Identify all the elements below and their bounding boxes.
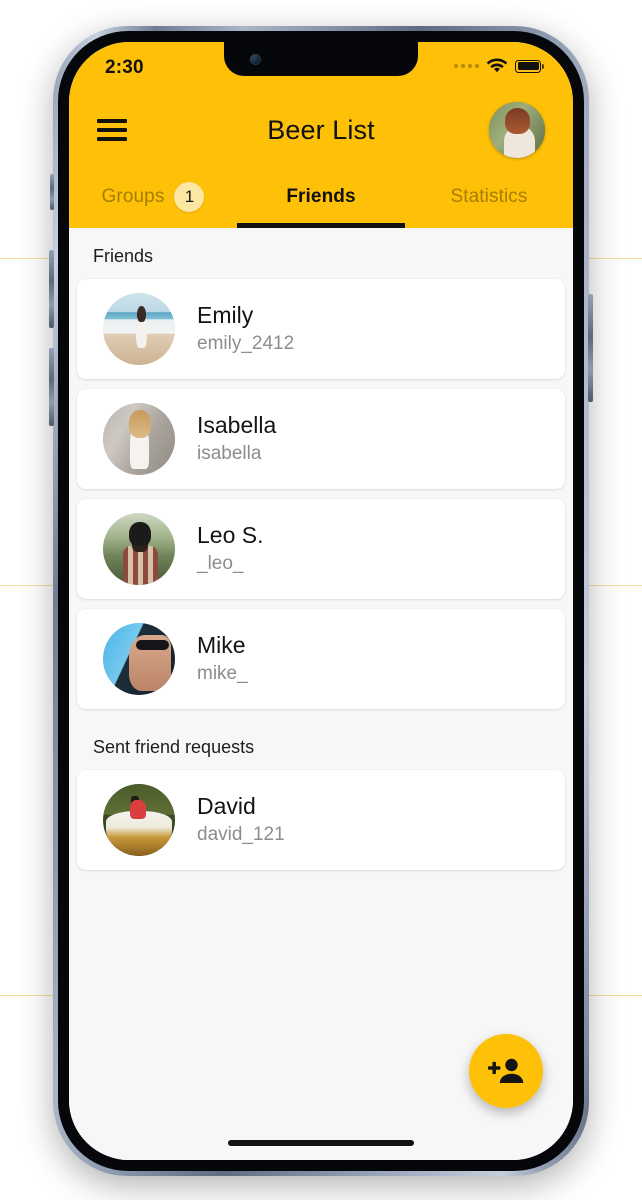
avatar [103, 403, 175, 475]
silent-switch-button[interactable] [50, 174, 54, 210]
phone-bezel: 2:30 Beer List Groups 1 Friends Statisti… [58, 31, 584, 1171]
avatar-image [103, 293, 175, 365]
friend-name: Emily [197, 302, 254, 329]
person-add-icon [488, 1058, 524, 1083]
tab-groups-badge: 1 [174, 182, 205, 212]
friends-list-content[interactable]: Friends Emily emily_2412 Isabella isabel… [69, 228, 573, 1160]
friend-username: isabella [197, 442, 262, 464]
phone-screen: 2:30 Beer List Groups 1 Friends Statisti… [69, 42, 573, 1160]
tab-friends[interactable]: Friends [237, 166, 405, 228]
guide-line [582, 995, 642, 996]
friend-username: emily_2412 [197, 332, 295, 354]
power-button[interactable] [588, 294, 593, 402]
friend-name: Isabella [197, 412, 277, 439]
avatar-image [103, 623, 175, 695]
tab-bar: Groups 1 Friends Statistics [69, 166, 573, 228]
friend-name: Mike [197, 632, 246, 659]
phone-device-frame: 2:30 Beer List Groups 1 Friends Statisti… [49, 26, 593, 1176]
avatar-image [103, 403, 175, 475]
tab-statistics-label: Statistics [450, 186, 528, 207]
tab-friends-label: Friends [286, 186, 356, 207]
front-camera-icon [250, 54, 261, 65]
avatar [103, 784, 175, 856]
signal-dots-icon [454, 64, 479, 68]
add-friend-button[interactable] [469, 1034, 543, 1108]
avatar[interactable] [489, 102, 545, 158]
friend-username: mike_ [197, 662, 248, 684]
list-item[interactable]: Emily emily_2412 [77, 279, 565, 379]
status-bar-time: 2:30 [105, 57, 144, 78]
home-indicator [228, 1140, 414, 1146]
avatar [103, 623, 175, 695]
guide-line [582, 585, 642, 586]
app-bar: Beer List [69, 94, 573, 166]
list-item[interactable]: Leo S. _leo_ [77, 499, 565, 599]
volume-down-button[interactable] [49, 348, 54, 426]
friend-username: _leo_ [197, 552, 244, 574]
friend-name: David [197, 793, 256, 820]
status-bar-indicators [454, 58, 544, 74]
user-avatar-image [489, 102, 545, 158]
status-bar: 2:30 [69, 42, 573, 94]
battery-full-icon [515, 59, 544, 73]
avatar [103, 513, 175, 585]
list-item[interactable]: Mike mike_ [77, 609, 565, 709]
list-item[interactable]: Isabella isabella [77, 389, 565, 489]
hamburger-menu-icon[interactable] [97, 119, 127, 141]
screenshot-stage: 2:30 Beer List Groups 1 Friends Statisti… [0, 0, 642, 1200]
tab-indicator [237, 223, 405, 228]
tab-statistics[interactable]: Statistics [405, 166, 573, 228]
avatar-image [103, 513, 175, 585]
list-item[interactable]: David david_121 [77, 770, 565, 870]
guide-line [582, 258, 642, 259]
tab-groups-label: Groups [101, 186, 165, 207]
friend-name: Leo S. [197, 522, 264, 549]
device-notch [224, 42, 418, 76]
avatar [103, 293, 175, 365]
friend-username: david_121 [197, 823, 285, 845]
wifi-icon [486, 58, 508, 73]
section-header-sent-requests: Sent friend requests [93, 737, 255, 757]
avatar-image [103, 784, 175, 856]
tab-groups[interactable]: Groups 1 [69, 166, 237, 228]
volume-up-button[interactable] [49, 250, 54, 328]
section-header-friends: Friends [93, 246, 154, 266]
